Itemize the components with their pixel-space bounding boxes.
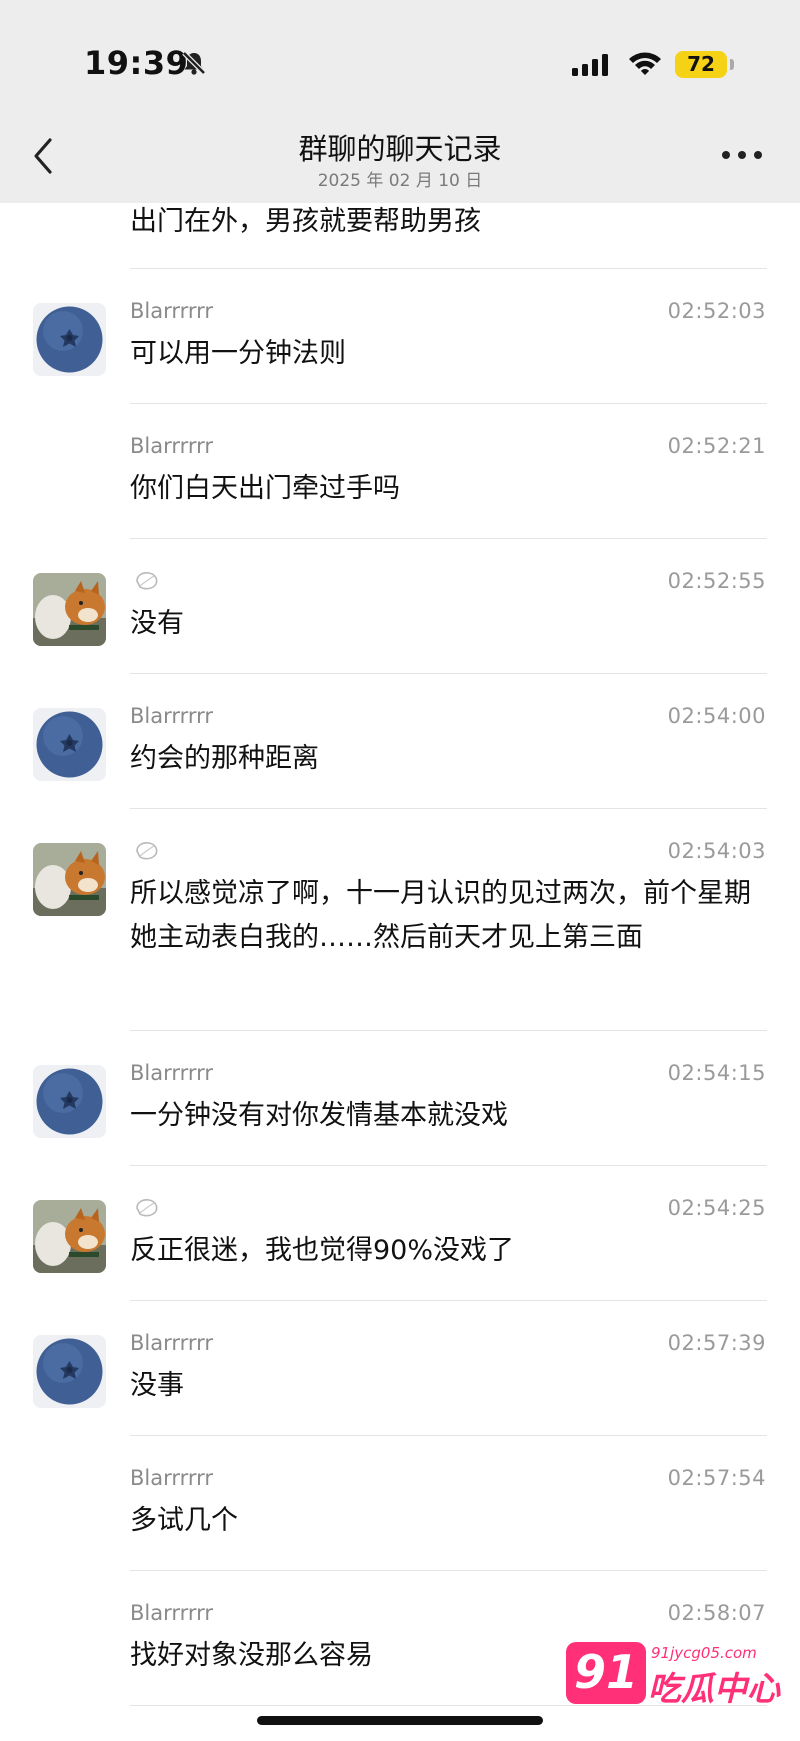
avatar-dog[interactable]: [33, 843, 106, 916]
leaf-emoji-icon: [136, 842, 158, 860]
message-time: 02:57:54: [667, 1466, 766, 1490]
bell-muted-icon: [182, 51, 206, 75]
message-text: 没事: [130, 1370, 184, 1401]
page-date: 2025 年 02 月 10 日: [317, 171, 483, 191]
top-bar: 19:39 72 群聊的聊天记录 2025 年 02 月 10 日: [0, 0, 800, 203]
message-item: Blarrrrrr 02:57:54 多试几个: [0, 1436, 800, 1571]
message-time: 02:52:55: [667, 569, 766, 593]
watermark-name: 吃瓜中心: [648, 1669, 780, 1708]
leaf-emoji-icon: [136, 1199, 158, 1217]
sender-name: Blarrrrrr: [130, 1331, 214, 1355]
message-time: 02:54:25: [667, 1196, 766, 1220]
leaf-emoji-icon: [136, 572, 158, 590]
sender-name: Blarrrrrr: [130, 1061, 214, 1085]
message-time: 02:54:15: [667, 1061, 766, 1085]
message-time: 02:54:00: [667, 704, 766, 728]
sender-name: Blarrrrrr: [130, 434, 214, 458]
message-item: 02:54:25 反正很迷，我也觉得90%没戏了: [0, 1166, 800, 1301]
message-text: 一分钟没有对你发情基本就没戏: [130, 1100, 508, 1131]
avatar-blueberry[interactable]: [33, 303, 106, 376]
sender-name: Blarrrrrr: [130, 299, 214, 323]
cellular-signal-icon: [572, 54, 608, 76]
message-text: 出门在外，男孩就要帮助男孩: [130, 206, 481, 237]
avatar-blueberry[interactable]: [33, 708, 106, 781]
more-options-button[interactable]: [722, 146, 766, 166]
home-indicator[interactable]: [257, 1716, 543, 1725]
avatar-blueberry[interactable]: [33, 1065, 106, 1138]
battery-cap: [730, 59, 734, 70]
avatar-dog[interactable]: [33, 573, 106, 646]
message-text: 没有: [130, 608, 184, 639]
status-time: 19:39: [84, 44, 189, 82]
sender-name: Blarrrrrr: [130, 1466, 214, 1490]
message-item: Blarrrrrr 02:52:21 你们白天出门牵过手吗: [0, 404, 800, 539]
message-item: Blarrrrrr 02:54:00 约会的那种距离: [0, 674, 800, 809]
message-text: 所以感觉凉了啊，十一月认识的见过两次，前个星期她主动表白我的……然后前天才见上第…: [130, 878, 751, 953]
watermark-logo: 91: [566, 1642, 646, 1704]
chat-history-list[interactable]: 出门在外，男孩就要帮助男孩 Blarrrrrr 02:52:03 可以用一分钟法…: [0, 203, 800, 1741]
message-item: 02:52:55 没有: [0, 539, 800, 674]
sender-name: Blarrrrrr: [130, 1601, 214, 1625]
avatar-blueberry[interactable]: [33, 1335, 106, 1408]
message-time: 02:54:03: [667, 839, 766, 863]
message-item: 出门在外，男孩就要帮助男孩: [0, 203, 800, 269]
message-item: Blarrrrrr 02:54:15 一分钟没有对你发情基本就没戏: [0, 1031, 800, 1166]
message-time: 02:58:07: [667, 1601, 766, 1625]
message-time: 02:52:03: [667, 299, 766, 323]
message-time: 02:57:39: [667, 1331, 766, 1355]
message-text: 约会的那种距离: [130, 743, 319, 774]
message-item: 02:54:03 所以感觉凉了啊，十一月认识的见过两次，前个星期她主动表白我的……: [0, 809, 800, 1031]
message-time: 02:52:21: [667, 434, 766, 458]
battery-indicator: 72: [675, 51, 727, 78]
message-text: 多试几个: [130, 1505, 238, 1536]
message-item: Blarrrrrr 02:52:03 可以用一分钟法则: [0, 269, 800, 404]
message-text: 可以用一分钟法则: [130, 338, 346, 369]
watermark-url: 91jycg05.com: [651, 1644, 757, 1662]
page-title: 群聊的聊天记录: [298, 132, 502, 166]
sender-name: Blarrrrrr: [130, 704, 214, 728]
avatar-dog[interactable]: [33, 1200, 106, 1273]
wifi-icon: [629, 52, 661, 75]
message-text: 你们白天出门牵过手吗: [130, 473, 400, 504]
message-item: Blarrrrrr 02:57:39 没事: [0, 1301, 800, 1436]
message-text: 反正很迷，我也觉得90%没戏了: [130, 1235, 515, 1266]
